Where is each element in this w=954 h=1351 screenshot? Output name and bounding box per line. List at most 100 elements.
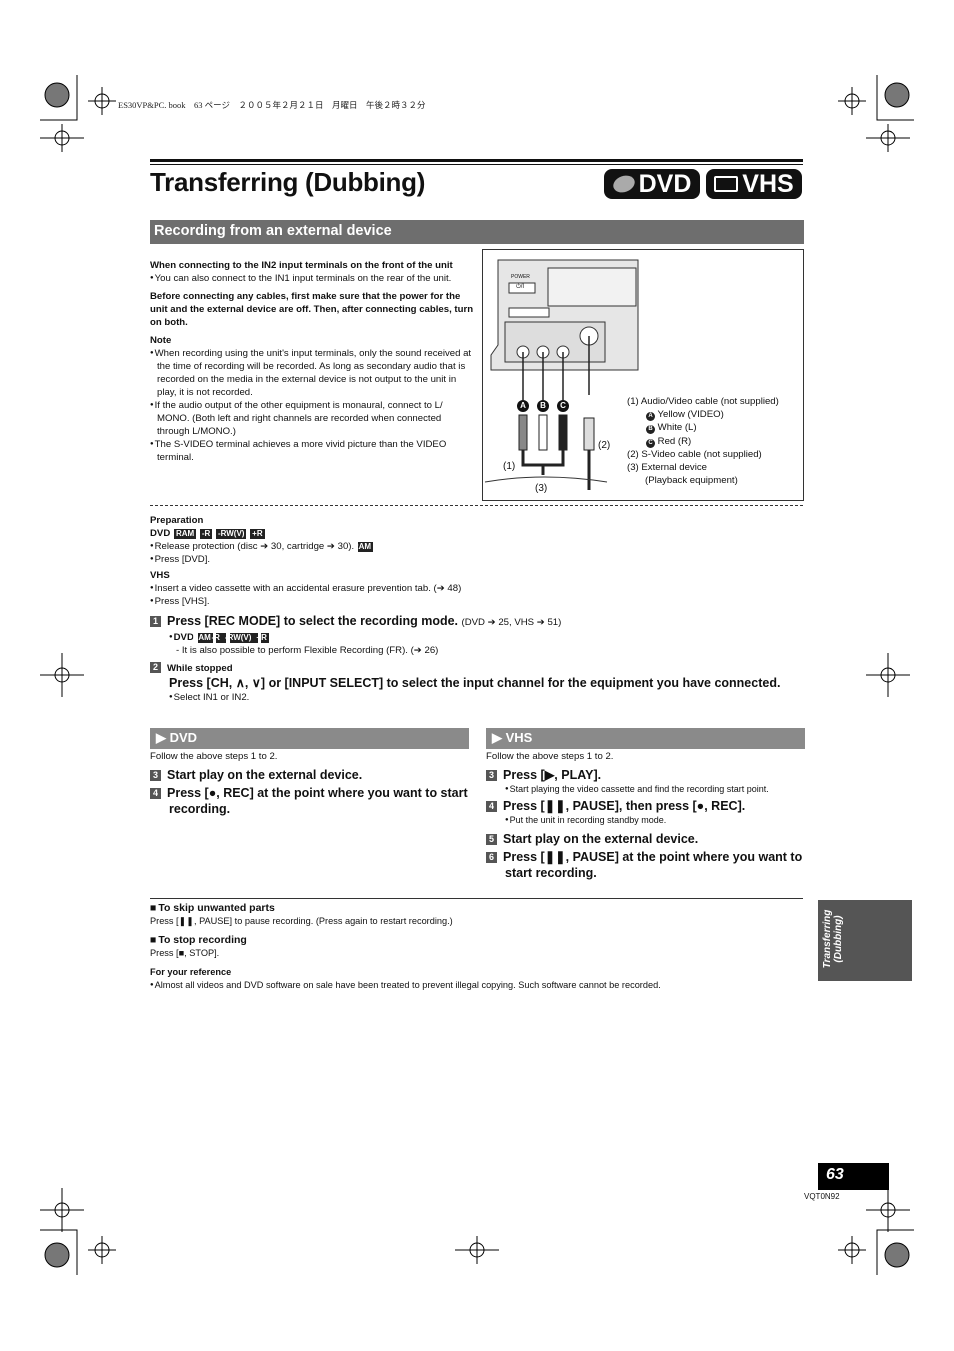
legend-item: (2) S-Video cable (not supplied) xyxy=(627,448,762,460)
tips: To skip unwanted parts Press [❚❚, PAUSE]… xyxy=(150,902,800,992)
step-note: Start playing the video cassette and fin… xyxy=(505,783,804,796)
section-header: Recording from an external device xyxy=(150,220,804,244)
step-text: Press [REC MODE] to select the recording… xyxy=(167,614,459,628)
tag: RAM xyxy=(173,529,197,539)
label-3: (3) xyxy=(535,483,548,494)
note-item: If the audio output of the other equipme… xyxy=(150,399,476,438)
power-label: POWER xyxy=(511,274,530,280)
prep-text: Release protection (disc ➔ 30, cartridge… xyxy=(154,541,355,552)
step-3: 3 Start play on the external device. xyxy=(150,767,470,783)
marker-b: B xyxy=(537,400,549,412)
title-rule xyxy=(150,159,803,162)
tip-text: Almost all videos and DVD software on sa… xyxy=(150,979,800,992)
marker-a: A xyxy=(517,400,529,412)
tag: -RW(V) xyxy=(215,529,247,539)
bar-label: DVD xyxy=(169,730,198,745)
tip-heading: To stop recording xyxy=(150,934,800,947)
legend-text: Yellow (VIDEO) xyxy=(657,409,724,421)
prep-item: Insert a video cassette with an accident… xyxy=(150,582,800,595)
step-number: 6 xyxy=(486,852,497,863)
step-number: 1 xyxy=(150,616,161,627)
step-text: Press [▶, PLAY]. xyxy=(503,768,602,782)
badge-label: VHS xyxy=(742,169,794,198)
vhs-badge: VHS xyxy=(706,169,802,199)
step-note: Select IN1 or IN2. xyxy=(169,691,800,704)
step-text: Start play on the external device. xyxy=(503,832,699,846)
legend-item: (3) External device xyxy=(627,462,707,474)
disc-icon xyxy=(610,172,637,196)
intro-bullet: You can also connect to the IN1 input te… xyxy=(150,272,476,285)
note-label: Note xyxy=(150,335,172,346)
power-button-label: ⏻/I xyxy=(516,284,525,290)
tip-heading: To skip unwanted parts xyxy=(150,902,800,915)
badge-label: DVD xyxy=(638,169,692,198)
side-tab: Transferring (Dubbing) xyxy=(818,900,912,981)
step-note: - It is also possible to perform Flexibl… xyxy=(176,645,439,656)
prep-dvd-line: DVD RAM -R -RW(V) +R xyxy=(150,527,800,540)
page-number: 63 xyxy=(818,1163,889,1190)
dvd-bar: ▶ DVD xyxy=(150,728,469,749)
step-number: 3 xyxy=(150,770,161,781)
legend-item: (Playback equipment) xyxy=(645,475,738,487)
side-tab-line: Transferring xyxy=(822,909,833,969)
step-text: Press [❚❚, PAUSE], then press [●, REC]. xyxy=(503,799,746,813)
step-number: 3 xyxy=(486,770,497,781)
step-number: 4 xyxy=(486,801,497,812)
step-2-pre: 2 While stopped xyxy=(150,662,800,675)
connection-diagram: POWER ⏻/I A B C (1) (2) (3) (1) Audio/Vi… xyxy=(482,249,804,501)
intro: When connecting to the IN2 input termina… xyxy=(150,259,476,464)
tip-text: Press [❚❚, PAUSE] to pause recording. (P… xyxy=(150,916,453,926)
document-code: VQT0N92 xyxy=(804,1192,840,1201)
vhs-label: VHS xyxy=(150,570,170,581)
step-5: 5 Start play on the external device. xyxy=(486,831,804,847)
vhs-column: Follow the above steps 1 to 2. 3 Press [▶… xyxy=(486,750,804,881)
step-sub: DVD RAM -R -RW(V) +R xyxy=(150,631,800,644)
intro-heading: When connecting to the IN2 input termina… xyxy=(150,260,453,271)
prep-item: Press [VHS]. xyxy=(150,595,800,608)
step-2-text: Press [CH, ∧, ∨] or [INPUT SELECT] to se… xyxy=(169,676,781,690)
note-item: When recording using the unit's input te… xyxy=(150,347,476,399)
title-rule xyxy=(150,164,803,165)
step-4: 4 Press [●, REC] at the point where you w… xyxy=(150,785,470,817)
label-2: (2) xyxy=(598,440,611,451)
tip-heading: For your reference xyxy=(150,967,232,977)
legend-item: B White (L) xyxy=(627,421,779,435)
legend-item: C Red (R) xyxy=(627,435,779,448)
step-number: 5 xyxy=(486,834,497,845)
tag: -RW(V) xyxy=(225,633,258,643)
prep-label: Preparation xyxy=(150,515,204,526)
tag: -R xyxy=(199,529,213,539)
page-title: Transferring (Dubbing) xyxy=(150,167,426,197)
tag: +R xyxy=(250,529,265,539)
label-1: (1) xyxy=(503,461,516,472)
step-text: Press [❚❚, PAUSE] at the point where you… xyxy=(503,850,803,880)
prep-item: Release protection (disc ➔ 30, cartridge… xyxy=(150,540,800,553)
step-note: Put the unit in recording standby mode. xyxy=(505,814,804,827)
preparation: Preparation DVD RAM -R -RW(V) +R Release… xyxy=(150,514,800,704)
marker-c: C xyxy=(557,400,569,412)
cassette-icon xyxy=(714,176,739,192)
tag: RAM xyxy=(352,542,374,552)
prep-item: Press [DVD]. xyxy=(150,553,800,566)
divider xyxy=(150,898,803,899)
step-text: Press [●, REC] at the point where you wa… xyxy=(167,786,468,816)
dvd-column: Follow the above steps 1 to 2. 3 Start pl… xyxy=(150,750,470,817)
legend-text: White (L) xyxy=(657,422,697,434)
step-1: 1 Press [REC MODE] to select the recordin… xyxy=(150,613,800,631)
step-3: 3 Press [▶, PLAY]. xyxy=(486,767,804,783)
step-text: Start play on the external device. xyxy=(167,768,363,782)
side-tab-line: (Dubbing) xyxy=(833,915,844,963)
follow-text: Follow the above steps 1 to 2. xyxy=(150,751,278,762)
legend-text: Red (R) xyxy=(657,435,692,447)
step-6: 6 Press [❚❚, PAUSE] at the point where yo… xyxy=(486,849,804,881)
note-item: The S-VIDEO terminal achieves a more viv… xyxy=(150,438,476,464)
diagram-legend: (1) Audio/Video cable (not supplied) A Y… xyxy=(627,395,779,487)
dashed-divider xyxy=(150,505,803,506)
step-4: 4 Press [❚❚, PAUSE], then press [●, REC]. xyxy=(486,798,804,814)
dvd-badge: DVD xyxy=(604,169,700,199)
step-number: 4 xyxy=(150,788,161,799)
warning-text: Before connecting any cables, first make… xyxy=(150,291,474,328)
dvd-label: DVD xyxy=(150,528,171,539)
tip-text: Press [■, STOP]. xyxy=(150,948,220,958)
dvd-label: DVD xyxy=(173,632,194,643)
